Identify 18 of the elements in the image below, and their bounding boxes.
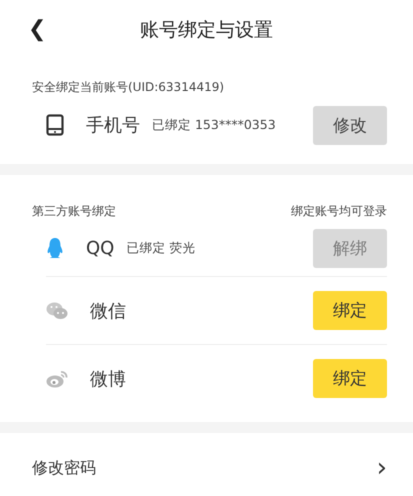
platform-name: QQ <box>86 238 114 258</box>
back-button[interactable]: ❮ <box>24 14 50 44</box>
section-hint: 绑定账号均可登录 <box>291 203 387 220</box>
phone-icon <box>46 114 64 136</box>
penguin-icon <box>46 237 64 259</box>
bind-status: 已绑定 荧光 <box>126 240 196 256</box>
bind-status: 已绑定 153****0353 <box>152 116 276 134</box>
eye-swirl-icon <box>46 370 68 388</box>
modify-button[interactable]: 修改 <box>313 106 387 144</box>
bind-button[interactable]: 绑定 <box>313 291 387 330</box>
section-label: 第三方账号绑定 <box>32 203 116 220</box>
platform-name: 微信 <box>90 300 126 322</box>
account-name: 手机号 <box>86 114 140 137</box>
chat-bubbles-icon <box>46 302 68 320</box>
bind-button[interactable]: 绑定 <box>313 359 387 398</box>
platform-name: 微博 <box>90 368 126 390</box>
section-label: 安全绑定当前账号(UID:63314419) <box>32 80 224 94</box>
page-title: 账号绑定与设置 <box>140 18 273 43</box>
